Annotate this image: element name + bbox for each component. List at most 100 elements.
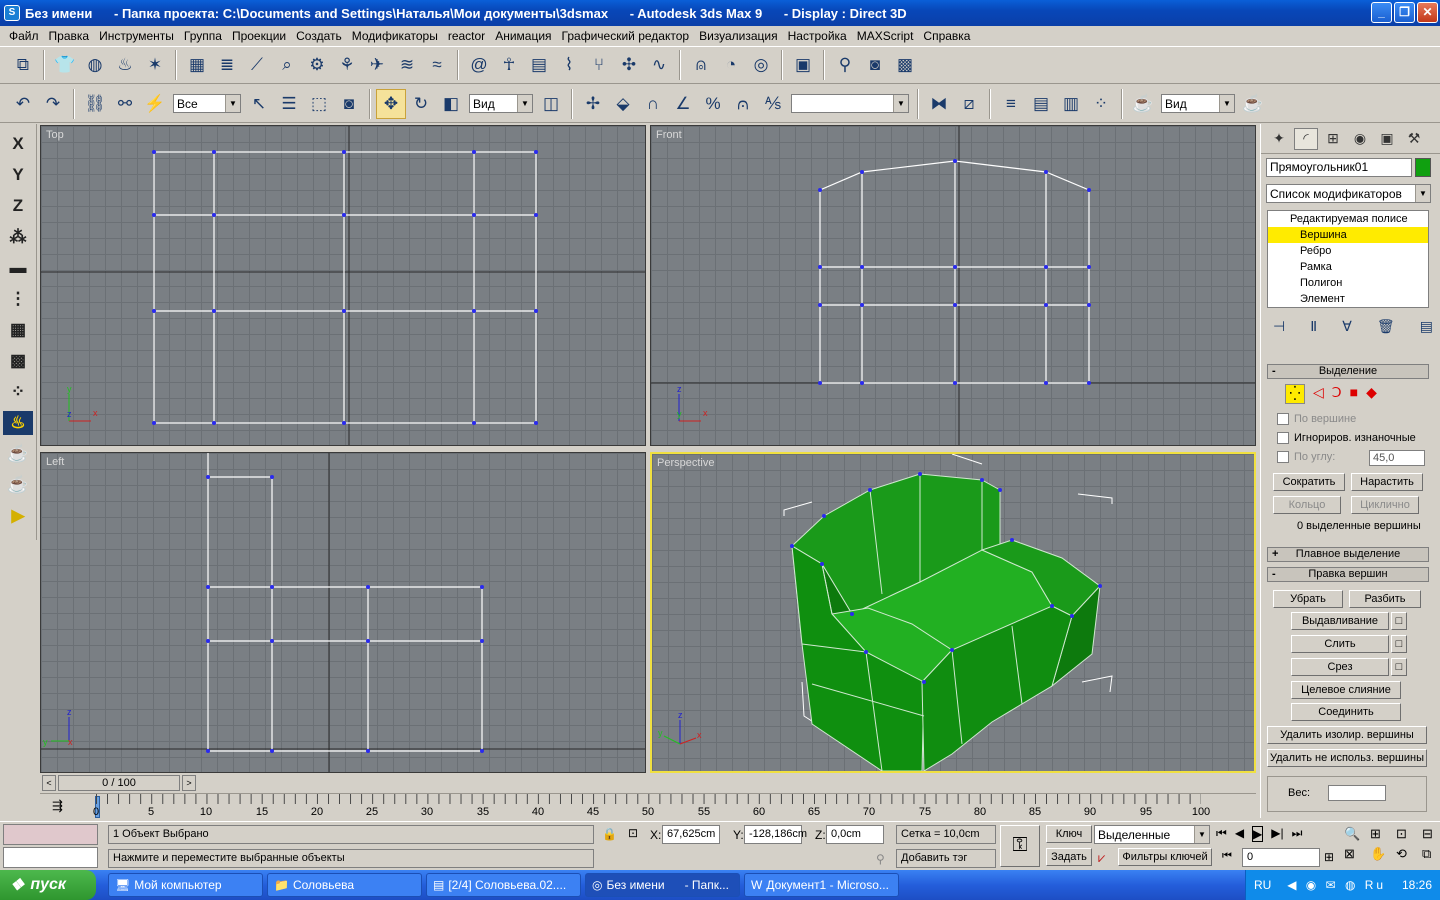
pan-icon[interactable]: ✋ bbox=[1370, 846, 1392, 862]
key-mode-dropdown[interactable]: Выделенные ▼ bbox=[1094, 825, 1210, 844]
chamfer-settings-button[interactable]: □ bbox=[1391, 658, 1407, 676]
zoom-extents-icon[interactable]: ⊡ bbox=[1396, 826, 1418, 842]
make-unique-icon[interactable]: ∀ bbox=[1342, 318, 1352, 335]
selection-rollout-header[interactable]: - Выделение bbox=[1267, 364, 1429, 379]
soft-selection-rollout-header[interactable]: + Плавное выделение bbox=[1267, 547, 1429, 562]
polygon-level-icon[interactable]: ■ bbox=[1350, 384, 1358, 404]
remove-unused-vertices-button[interactable]: Удалить не использ. вершины bbox=[1267, 749, 1427, 767]
menu-customize[interactable]: Настройка bbox=[783, 29, 852, 43]
restore-button[interactable]: ❐ bbox=[1394, 2, 1415, 23]
pivot-center-icon[interactable]: ◫ bbox=[536, 89, 566, 119]
constrain-x-button[interactable]: X bbox=[3, 132, 33, 156]
play-icon[interactable]: ▶ bbox=[3, 504, 33, 528]
maximize-viewport-icon[interactable]: ⧉ bbox=[1422, 846, 1440, 862]
gauge-icon[interactable]: ◔ bbox=[716, 50, 746, 80]
menu-maxscript[interactable]: MAXScript bbox=[852, 29, 919, 43]
fork-icon[interactable]: ⑂ bbox=[584, 50, 614, 80]
schematic-view-icon[interactable]: ▥ bbox=[1056, 89, 1086, 119]
menu-file[interactable]: Файл bbox=[4, 29, 44, 43]
set-key-button[interactable]: Задать bbox=[1046, 848, 1092, 866]
remove-isolated-vertices-button[interactable]: Удалить изолир. вершины bbox=[1267, 726, 1427, 744]
border-level-icon[interactable]: Ↄ bbox=[1332, 384, 1342, 404]
menu-modifiers[interactable]: Модификаторы bbox=[347, 29, 443, 43]
modifier-list-dropdown[interactable]: Список модификаторов ▼ bbox=[1266, 184, 1431, 203]
ignore-backfacing-checkbox[interactable]: Игнориров. изнаночные bbox=[1277, 432, 1416, 444]
ruler-icon[interactable]: ▬ bbox=[3, 256, 33, 280]
key-mode-toggle-icon[interactable]: ⏮ bbox=[1222, 850, 1232, 863]
selection-filter-dropdown[interactable]: Все ▼ bbox=[173, 94, 241, 113]
stack-item-edge[interactable]: Ребро bbox=[1268, 243, 1428, 259]
redo-icon[interactable]: ↷ bbox=[38, 89, 68, 119]
stack-item-vertex[interactable]: Вершина bbox=[1268, 227, 1428, 243]
constrain-z-button[interactable]: Z bbox=[3, 194, 33, 218]
element-level-icon[interactable]: ◆ bbox=[1366, 384, 1377, 404]
track-bar[interactable]: ⇶ 0 5 10 15 20 25 30 35 40 45 50 55 60 6… bbox=[40, 793, 1256, 821]
edit-named-sel-icon[interactable]: ⅍ bbox=[758, 89, 788, 119]
rect-region-icon[interactable]: ⬚ bbox=[304, 89, 334, 119]
named-selection-dropdown[interactable]: ▼ bbox=[791, 94, 909, 113]
loop-button[interactable]: Циклично bbox=[1351, 496, 1419, 514]
preview-icon[interactable]: ◎ bbox=[746, 50, 776, 80]
snap-3d-icon[interactable]: ∩ bbox=[638, 89, 668, 119]
next-frame-icon[interactable]: ▶| bbox=[1271, 826, 1283, 842]
weld-button[interactable]: Слить bbox=[1291, 635, 1389, 653]
previous-frame-icon[interactable]: ◀ bbox=[1235, 826, 1244, 842]
menu-tools[interactable]: Инструменты bbox=[94, 29, 179, 43]
layers-icon[interactable]: ≣ bbox=[212, 50, 242, 80]
absolute-mode-icon[interactable]: ⊡ bbox=[628, 826, 638, 840]
select-manipulate-icon[interactable]: ✢ bbox=[578, 89, 608, 119]
align-icon[interactable]: ⧄ bbox=[954, 89, 984, 119]
angle-spinner[interactable]: 45,0 bbox=[1369, 450, 1425, 466]
render-scene-icon[interactable]: ☕ bbox=[1128, 89, 1158, 119]
key-filters-button[interactable]: Фильтры ключей bbox=[1118, 848, 1212, 866]
star-icon[interactable]: ✶ bbox=[140, 50, 170, 80]
minimize-button[interactable]: _ bbox=[1371, 2, 1392, 23]
shrink-button[interactable]: Сократить bbox=[1273, 473, 1345, 491]
menu-help[interactable]: Справка bbox=[918, 29, 975, 43]
time-config-icon[interactable]: ⊞ bbox=[1324, 850, 1334, 864]
menu-reactor[interactable]: reactor bbox=[443, 29, 490, 43]
spinner-snap-icon[interactable]: ⩀ bbox=[728, 89, 758, 119]
camera-icon[interactable]: ◙ bbox=[860, 50, 890, 80]
spring-icon[interactable]: ⌇ bbox=[554, 50, 584, 80]
play-icon[interactable]: ▶ bbox=[1252, 826, 1264, 842]
region-zoom-icon[interactable]: ⊠ bbox=[1344, 846, 1366, 862]
fire-icon[interactable]: ♨ bbox=[3, 411, 33, 435]
particle-icon[interactable]: ⁂ bbox=[3, 225, 33, 249]
constrain-y-button[interactable]: Y bbox=[3, 163, 33, 187]
teapot-icon[interactable]: ☕ bbox=[3, 473, 33, 497]
viewport-left[interactable]: Left zyx bbox=[40, 452, 646, 773]
menu-create[interactable]: Создать bbox=[291, 29, 347, 43]
task-folder[interactable]: 📁 Соловьева bbox=[267, 873, 422, 897]
menu-animation[interactable]: Анимация bbox=[490, 29, 556, 43]
menu-views[interactable]: Проекции bbox=[227, 29, 291, 43]
move-icon[interactable]: ✥ bbox=[376, 88, 406, 119]
ref-coord-dropdown[interactable]: Вид ▼ bbox=[469, 94, 533, 113]
maxscript-listener-pink[interactable] bbox=[3, 824, 98, 845]
figure-icon[interactable]: ☥ bbox=[494, 50, 524, 80]
extrude-button[interactable]: Выдавливание bbox=[1291, 612, 1389, 630]
lamp-icon[interactable]: ♨ bbox=[110, 50, 140, 80]
show-end-result-icon[interactable]: Ⅱ bbox=[1310, 318, 1317, 335]
key-tangent-icon[interactable]: ⩗ bbox=[1098, 850, 1105, 866]
zoom-icon[interactable]: 🔍 bbox=[1344, 826, 1366, 842]
x-coordinate-field[interactable]: 67,625cm bbox=[662, 825, 720, 844]
menu-group[interactable]: Группа bbox=[179, 29, 227, 43]
keyboard-shortcut-icon[interactable]: ⬙ bbox=[608, 89, 638, 119]
target-weld-button[interactable]: Целевое слияние bbox=[1291, 681, 1401, 699]
objects-icon[interactable]: ⧉ bbox=[8, 50, 38, 80]
render-type-dropdown[interactable]: Вид ▼ bbox=[1161, 94, 1235, 113]
orbit-icon[interactable]: ⟲ bbox=[1396, 846, 1418, 862]
y-coordinate-field[interactable]: -128,186cm bbox=[744, 825, 807, 844]
curve-editor-icon[interactable]: ▤ bbox=[1026, 89, 1056, 119]
select-by-name-icon[interactable]: ☰ bbox=[274, 89, 304, 119]
gear-icon[interactable]: ⚙ bbox=[302, 50, 332, 80]
menu-edit[interactable]: Правка bbox=[44, 29, 95, 43]
auto-key-button[interactable]: Ключ bbox=[1046, 825, 1092, 843]
fan-icon[interactable]: ✣ bbox=[614, 50, 644, 80]
motion-tab-icon[interactable]: ◉ bbox=[1348, 128, 1372, 150]
track-bar-menu-icon[interactable]: ⇶ bbox=[52, 798, 63, 814]
go-to-start-icon[interactable]: ⏮ bbox=[1216, 826, 1227, 842]
teapot-render-icon[interactable]: ☕ bbox=[3, 442, 33, 466]
extrude-settings-button[interactable]: □ bbox=[1391, 612, 1407, 630]
